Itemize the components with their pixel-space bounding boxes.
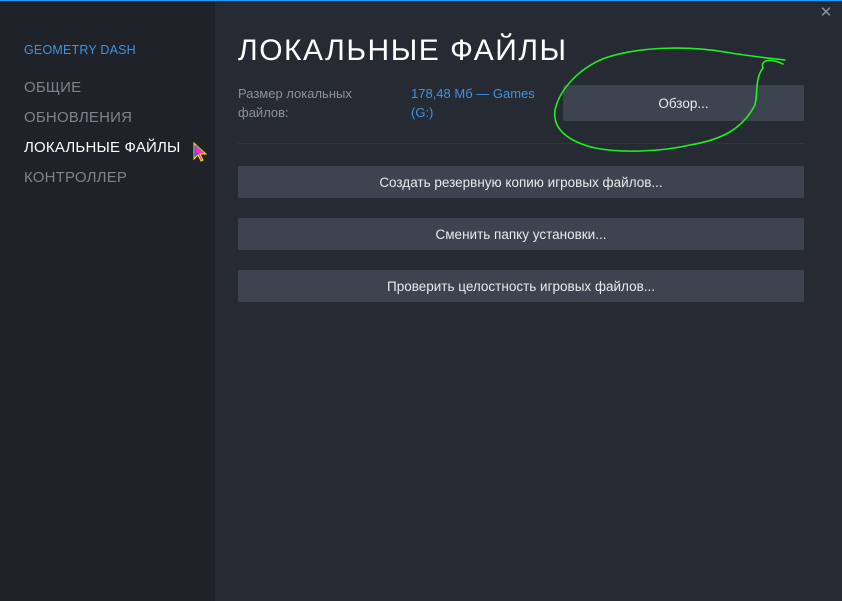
page-title: ЛОКАЛЬНЫЕ ФАЙЛЫ (238, 34, 568, 67)
verify-game-files-button[interactable]: Проверить целостность игровых файлов... (238, 270, 804, 302)
sidebar-item-updates[interactable]: ОБНОВЛЕНИЯ (24, 109, 132, 126)
backup-game-files-button[interactable]: Создать резервную копию игровых файлов..… (238, 166, 804, 198)
sidebar-item-local-files[interactable]: ЛОКАЛЬНЫЕ ФАЙЛЫ (24, 139, 181, 156)
sidebar-divider (214, 1, 215, 601)
browse-button[interactable]: Обзор... (563, 85, 804, 121)
sidebar-item-controller[interactable]: КОНТРОЛЛЕР (24, 169, 127, 186)
close-icon[interactable]: ✕ (818, 5, 834, 21)
move-install-folder-button[interactable]: Сменить папку установки... (238, 218, 804, 250)
sidebar-item-general[interactable]: ОБЩИЕ (24, 79, 81, 96)
section-divider (238, 143, 804, 144)
local-files-size-value: 178,48 Мб — Games (G:) (411, 86, 535, 120)
rainbow-cursor-icon (193, 142, 207, 162)
local-files-size-label: Размер локальных файлов: (238, 86, 352, 120)
sidebar-game-title: GEOMETRY DASH (24, 43, 136, 57)
